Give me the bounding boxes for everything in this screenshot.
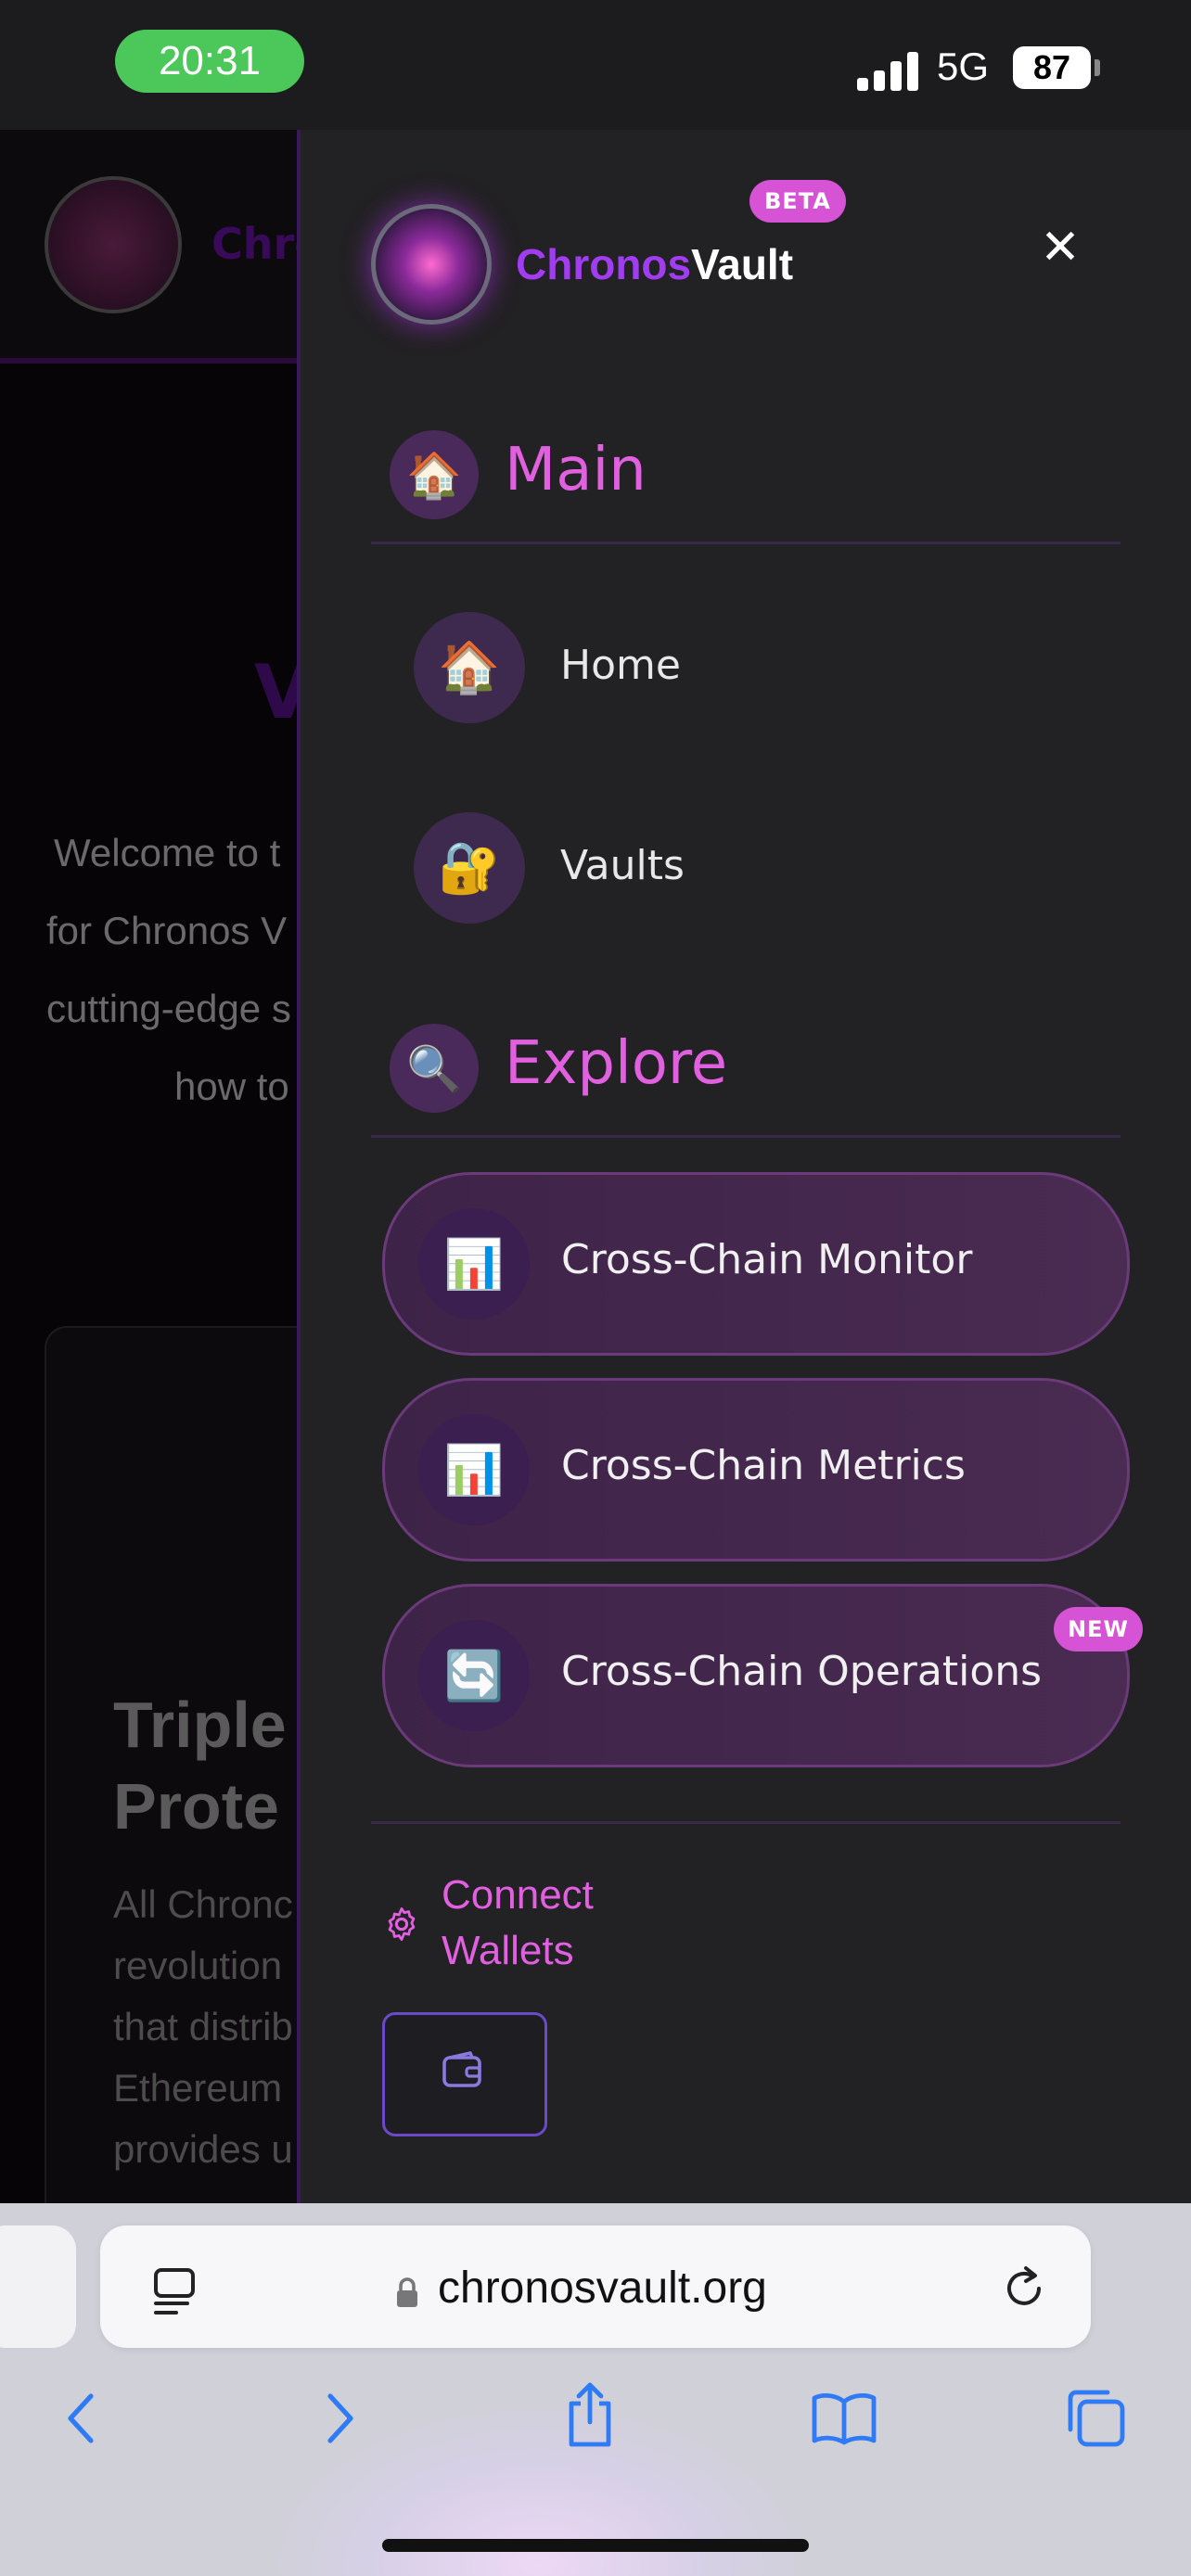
- background-card-heading: Prote: [113, 1770, 279, 1843]
- nav-item-label: Home: [560, 642, 681, 689]
- section-divider: [371, 1135, 1121, 1138]
- brand-name[interactable]: ChronosVault: [516, 239, 793, 289]
- background-card-text: All Chronc: [113, 1882, 293, 1926]
- nav-item-cross-chain-monitor[interactable]: 📊 Cross-Chain Monitor: [382, 1172, 1130, 1356]
- previous-tab-preview[interactable]: [0, 2225, 76, 2348]
- section-title-main: Main: [505, 436, 647, 504]
- lock-key-icon: 🔐: [414, 812, 525, 924]
- back-icon[interactable]: [59, 2389, 104, 2448]
- signal-icon: [857, 50, 922, 91]
- network-label: 5G: [937, 45, 990, 88]
- background-intro-line: how to: [174, 1065, 289, 1108]
- reload-icon[interactable]: [1000, 2263, 1048, 2315]
- nav-item-label: Cross-Chain Operations: [561, 1648, 1043, 1695]
- tabs-icon[interactable]: [1063, 2385, 1128, 2450]
- close-icon: ✕: [1040, 220, 1081, 275]
- background-intro-line: Welcome to t: [54, 831, 281, 874]
- nav-item-label: Vaults: [560, 842, 685, 889]
- status-time: 20:31: [115, 30, 304, 93]
- section-divider: [371, 542, 1121, 544]
- status-bar: 20:31 5G 87: [0, 0, 1191, 130]
- home-indicator[interactable]: [382, 2539, 809, 2552]
- brand-name-part2: Vault: [691, 240, 794, 288]
- background-card-text: that distrib: [113, 2005, 293, 2048]
- connect-wallets-link[interactable]: Connect Wallets: [442, 1868, 683, 1979]
- new-badge: NEW: [1054, 1607, 1143, 1651]
- bar-chart-icon: 📊: [418, 1208, 530, 1320]
- address-bar[interactable]: chronosvault.org: [100, 2225, 1091, 2348]
- house-icon: 🏠: [414, 612, 525, 723]
- wallet-icon: [442, 2051, 481, 2087]
- reader-icon[interactable]: [150, 2264, 198, 2316]
- background-logo: [45, 176, 182, 313]
- section-title-explore: Explore: [505, 1029, 728, 1098]
- magnifier-icon: 🔍: [390, 1024, 479, 1113]
- battery-icon: 87: [1013, 46, 1091, 89]
- share-icon[interactable]: [560, 2379, 620, 2450]
- background-card-text: revolution: [113, 1944, 283, 1987]
- browser-toolbar: chronosvault.org: [0, 2203, 1191, 2576]
- background-card-text: provides u: [113, 2127, 293, 2171]
- forward-icon[interactable]: [317, 2389, 362, 2448]
- background-card-heading: Triple: [113, 1689, 287, 1761]
- beta-badge: BETA: [749, 180, 846, 223]
- refresh-icon: 🔄: [418, 1620, 530, 1731]
- nav-item-label: Cross-Chain Monitor: [561, 1236, 973, 1283]
- bar-chart-icon: 📊: [418, 1414, 530, 1525]
- nav-item-cross-chain-metrics[interactable]: 📊 Cross-Chain Metrics: [382, 1378, 1130, 1562]
- background-card-text: Ethereum: [113, 2066, 283, 2110]
- nav-item-label: Cross-Chain Metrics: [561, 1442, 966, 1489]
- chronosvault-logo[interactable]: [371, 204, 492, 325]
- house-icon: 🏠: [390, 430, 479, 519]
- nav-drawer: ChronosVault BETA ✕ 🏠 Main 🏠 Home 🔐 Vaul…: [297, 130, 1191, 2203]
- battery-tip: [1095, 59, 1100, 76]
- background-intro-line: for Chronos V: [46, 909, 288, 952]
- wallet-button[interactable]: [382, 2012, 547, 2136]
- section-divider: [371, 1821, 1121, 1824]
- close-button[interactable]: ✕: [1028, 215, 1093, 280]
- gear-icon: [388, 1906, 416, 1942]
- nav-item-cross-chain-operations[interactable]: 🔄 Cross-Chain Operations: [382, 1584, 1130, 1767]
- background-intro-line: cutting-edge s: [46, 987, 291, 1030]
- brand-name-part1: Chronos: [516, 240, 692, 288]
- url-text: chronosvault.org: [438, 2264, 767, 2313]
- bookmarks-icon[interactable]: [809, 2389, 879, 2448]
- lock-icon: [397, 2277, 417, 2307]
